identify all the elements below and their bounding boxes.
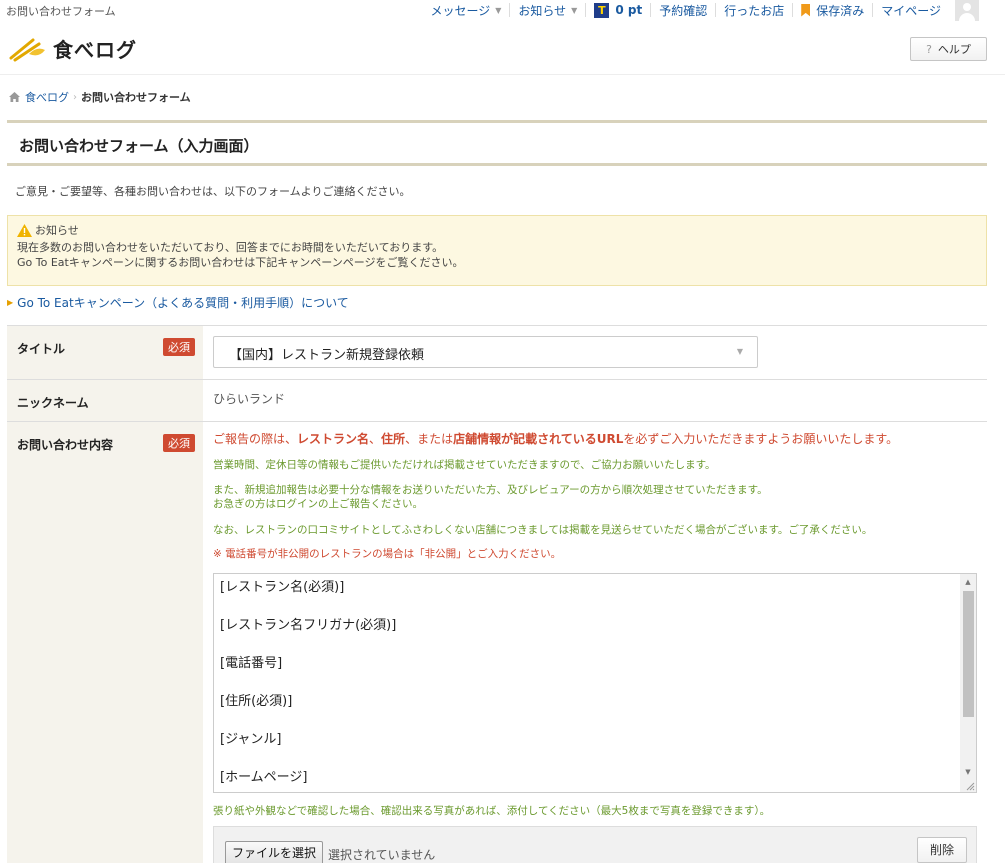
notice-line-2: Go To Eatキャンペーンに関するお問い合わせは下記キャンペーンページをご覧… bbox=[17, 256, 464, 269]
title-select-value: 【国内】レストラン新規登録依頼 bbox=[229, 348, 425, 363]
photo-note: 張り紙や外観などで確認した場合、確認出来る写真があれば、添付してください（最大5… bbox=[213, 805, 771, 817]
nav-messages[interactable]: メッセージ ▼ bbox=[422, 3, 509, 18]
file-status: 選択されていません bbox=[328, 848, 436, 862]
help-label: ヘルプ bbox=[937, 43, 971, 56]
top-bar: お問い合わせフォーム メッセージ ▼ お知らせ ▼ T 0 pt 予約確認 行ったお店… bbox=[0, 0, 1005, 22]
dropdown-arrow-icon: ▼ bbox=[736, 347, 743, 356]
delete-button[interactable]: 削除 bbox=[917, 837, 967, 863]
notice-title: お知らせ bbox=[35, 224, 79, 237]
nav-saved-label: 保存済み bbox=[816, 3, 865, 18]
notice-line-1: 現在多数のお問い合わせをいただいており、回答までにお時間をいただいております。 bbox=[17, 241, 444, 254]
textarea-line: [ホームページ] bbox=[220, 770, 308, 785]
campaign-link-label: Go To Eatキャンペーン（よくある質問・利用手順）について bbox=[17, 296, 349, 310]
inquiry-instruction-hours: 営業時間、定休日等の情報もご提供いただければ掲載させていただきますので、ご協力お… bbox=[213, 459, 716, 471]
intro-text: ご意見・ご要望等、各種お問い合わせは、以下のフォームよりご連絡ください。 bbox=[15, 185, 411, 198]
inquiry-textarea[interactable]: [レストラン名(必須)] [レストラン名フリガナ(必須)] [電話番号] [住所… bbox=[213, 573, 977, 793]
nav-visited[interactable]: 行ったお店 bbox=[715, 3, 792, 18]
page-title: お問い合わせフォーム（入力画面） bbox=[19, 137, 259, 155]
nav-saved[interactable]: 保存済み bbox=[792, 3, 872, 18]
inquiry-instruction-main: ご報告の際は、レストラン名、住所、または店舗情報が記載されているURLを必ずご入… bbox=[213, 432, 899, 446]
textarea-line: [レストラン名(必須)] bbox=[220, 580, 345, 595]
inquiry-instruction-login: お急ぎの方はログインの上ご報告ください。 bbox=[213, 498, 423, 510]
top-nav: メッセージ ▼ お知らせ ▼ T 0 pt 予約確認 行ったお店 保存済み マイページ bbox=[422, 0, 979, 21]
inquiry-instruction-priority: また、新規追加報告は必要十分な情報をお送りいただいた方、及びレビュアーの方から順… bbox=[213, 484, 768, 496]
header-divider bbox=[0, 74, 1005, 75]
site-label: お問い合わせフォーム bbox=[6, 5, 116, 18]
nav-points[interactable]: T 0 pt bbox=[585, 2, 650, 18]
t-point-icon: T bbox=[594, 2, 610, 18]
breadcrumb: 食べログ › お問い合わせフォーム bbox=[9, 89, 191, 105]
nav-reservations[interactable]: 予約確認 bbox=[650, 3, 715, 18]
site-logo[interactable]: 食べログ bbox=[9, 34, 137, 63]
scroll-down-icon[interactable]: ▼ bbox=[960, 764, 976, 780]
nav-notices[interactable]: お知らせ ▼ bbox=[509, 3, 585, 18]
title-select[interactable]: 【国内】レストラン新規登録依頼 ▼ bbox=[213, 336, 758, 368]
choose-file-button[interactable]: ファイルを選択 bbox=[225, 841, 324, 863]
chopsticks-logo-icon bbox=[9, 38, 45, 61]
logo-text: 食べログ bbox=[53, 38, 137, 62]
bookmark-icon bbox=[801, 3, 811, 17]
textarea-line: [ジャンル] bbox=[220, 732, 282, 747]
breadcrumb-current: お問い合わせフォーム bbox=[81, 91, 191, 104]
notice-box: お知らせ 現在多数のお問い合わせをいただいており、回答までにお時間をいただいてお… bbox=[7, 215, 987, 286]
home-icon bbox=[9, 92, 20, 102]
help-icon: ? bbox=[926, 42, 932, 56]
help-button[interactable]: ? ヘルプ bbox=[910, 37, 987, 61]
arrow-right-icon: ▶ bbox=[7, 298, 14, 307]
scroll-up-icon[interactable]: ▲ bbox=[960, 574, 976, 590]
nickname-value: ひらいランド bbox=[213, 392, 286, 406]
required-badge: 必須 bbox=[163, 434, 195, 452]
scrollbar-thumb[interactable] bbox=[963, 591, 974, 717]
chevron-down-icon: ▼ bbox=[571, 5, 578, 15]
inquiry-instruction-policy: なお、レストランの口コミサイトとしてふさわしくない店舗につきましては掲載を見送ら… bbox=[213, 524, 873, 536]
title-row-label: タイトル 必須 bbox=[7, 326, 203, 379]
nickname-row-label: ニックネーム bbox=[7, 380, 203, 421]
points-value: 0 pt bbox=[615, 3, 643, 17]
nav-notices-label: お知らせ bbox=[518, 3, 567, 18]
title-label: タイトル bbox=[17, 342, 66, 356]
required-badge: 必須 bbox=[163, 338, 195, 356]
avatar[interactable] bbox=[955, 0, 979, 21]
campaign-link[interactable]: ▶ Go To Eatキャンペーン（よくある質問・利用手順）について bbox=[7, 294, 349, 311]
upload-box: ファイルを選択 選択されていません 削除 bbox=[213, 826, 977, 863]
inquiry-label: お問い合わせ内容 bbox=[17, 438, 114, 452]
nav-messages-label: メッセージ bbox=[430, 3, 491, 18]
inquiry-row-label: お問い合わせ内容 必須 bbox=[7, 422, 203, 863]
breadcrumb-separator-icon: › bbox=[73, 91, 77, 103]
resize-handle-icon[interactable] bbox=[965, 781, 975, 791]
textarea-line: [電話番号] bbox=[220, 656, 283, 671]
nickname-label: ニックネーム bbox=[17, 396, 89, 410]
nav-mypage[interactable]: マイページ bbox=[872, 3, 949, 18]
chevron-down-icon: ▼ bbox=[495, 5, 502, 15]
textarea-line: [レストラン名フリガナ(必須)] bbox=[220, 618, 397, 633]
textarea-scrollbar[interactable]: ▲ ▼ bbox=[960, 574, 976, 792]
inquiry-instruction-phone: ※ 電話番号が非公開のレストランの場合は「非公開」とご入力ください。 bbox=[213, 548, 562, 560]
textarea-line: [住所(必須)] bbox=[220, 694, 293, 709]
warning-icon bbox=[17, 224, 32, 237]
title-block: お問い合わせフォーム（入力画面） bbox=[7, 120, 987, 166]
breadcrumb-home[interactable]: 食べログ bbox=[25, 89, 69, 105]
